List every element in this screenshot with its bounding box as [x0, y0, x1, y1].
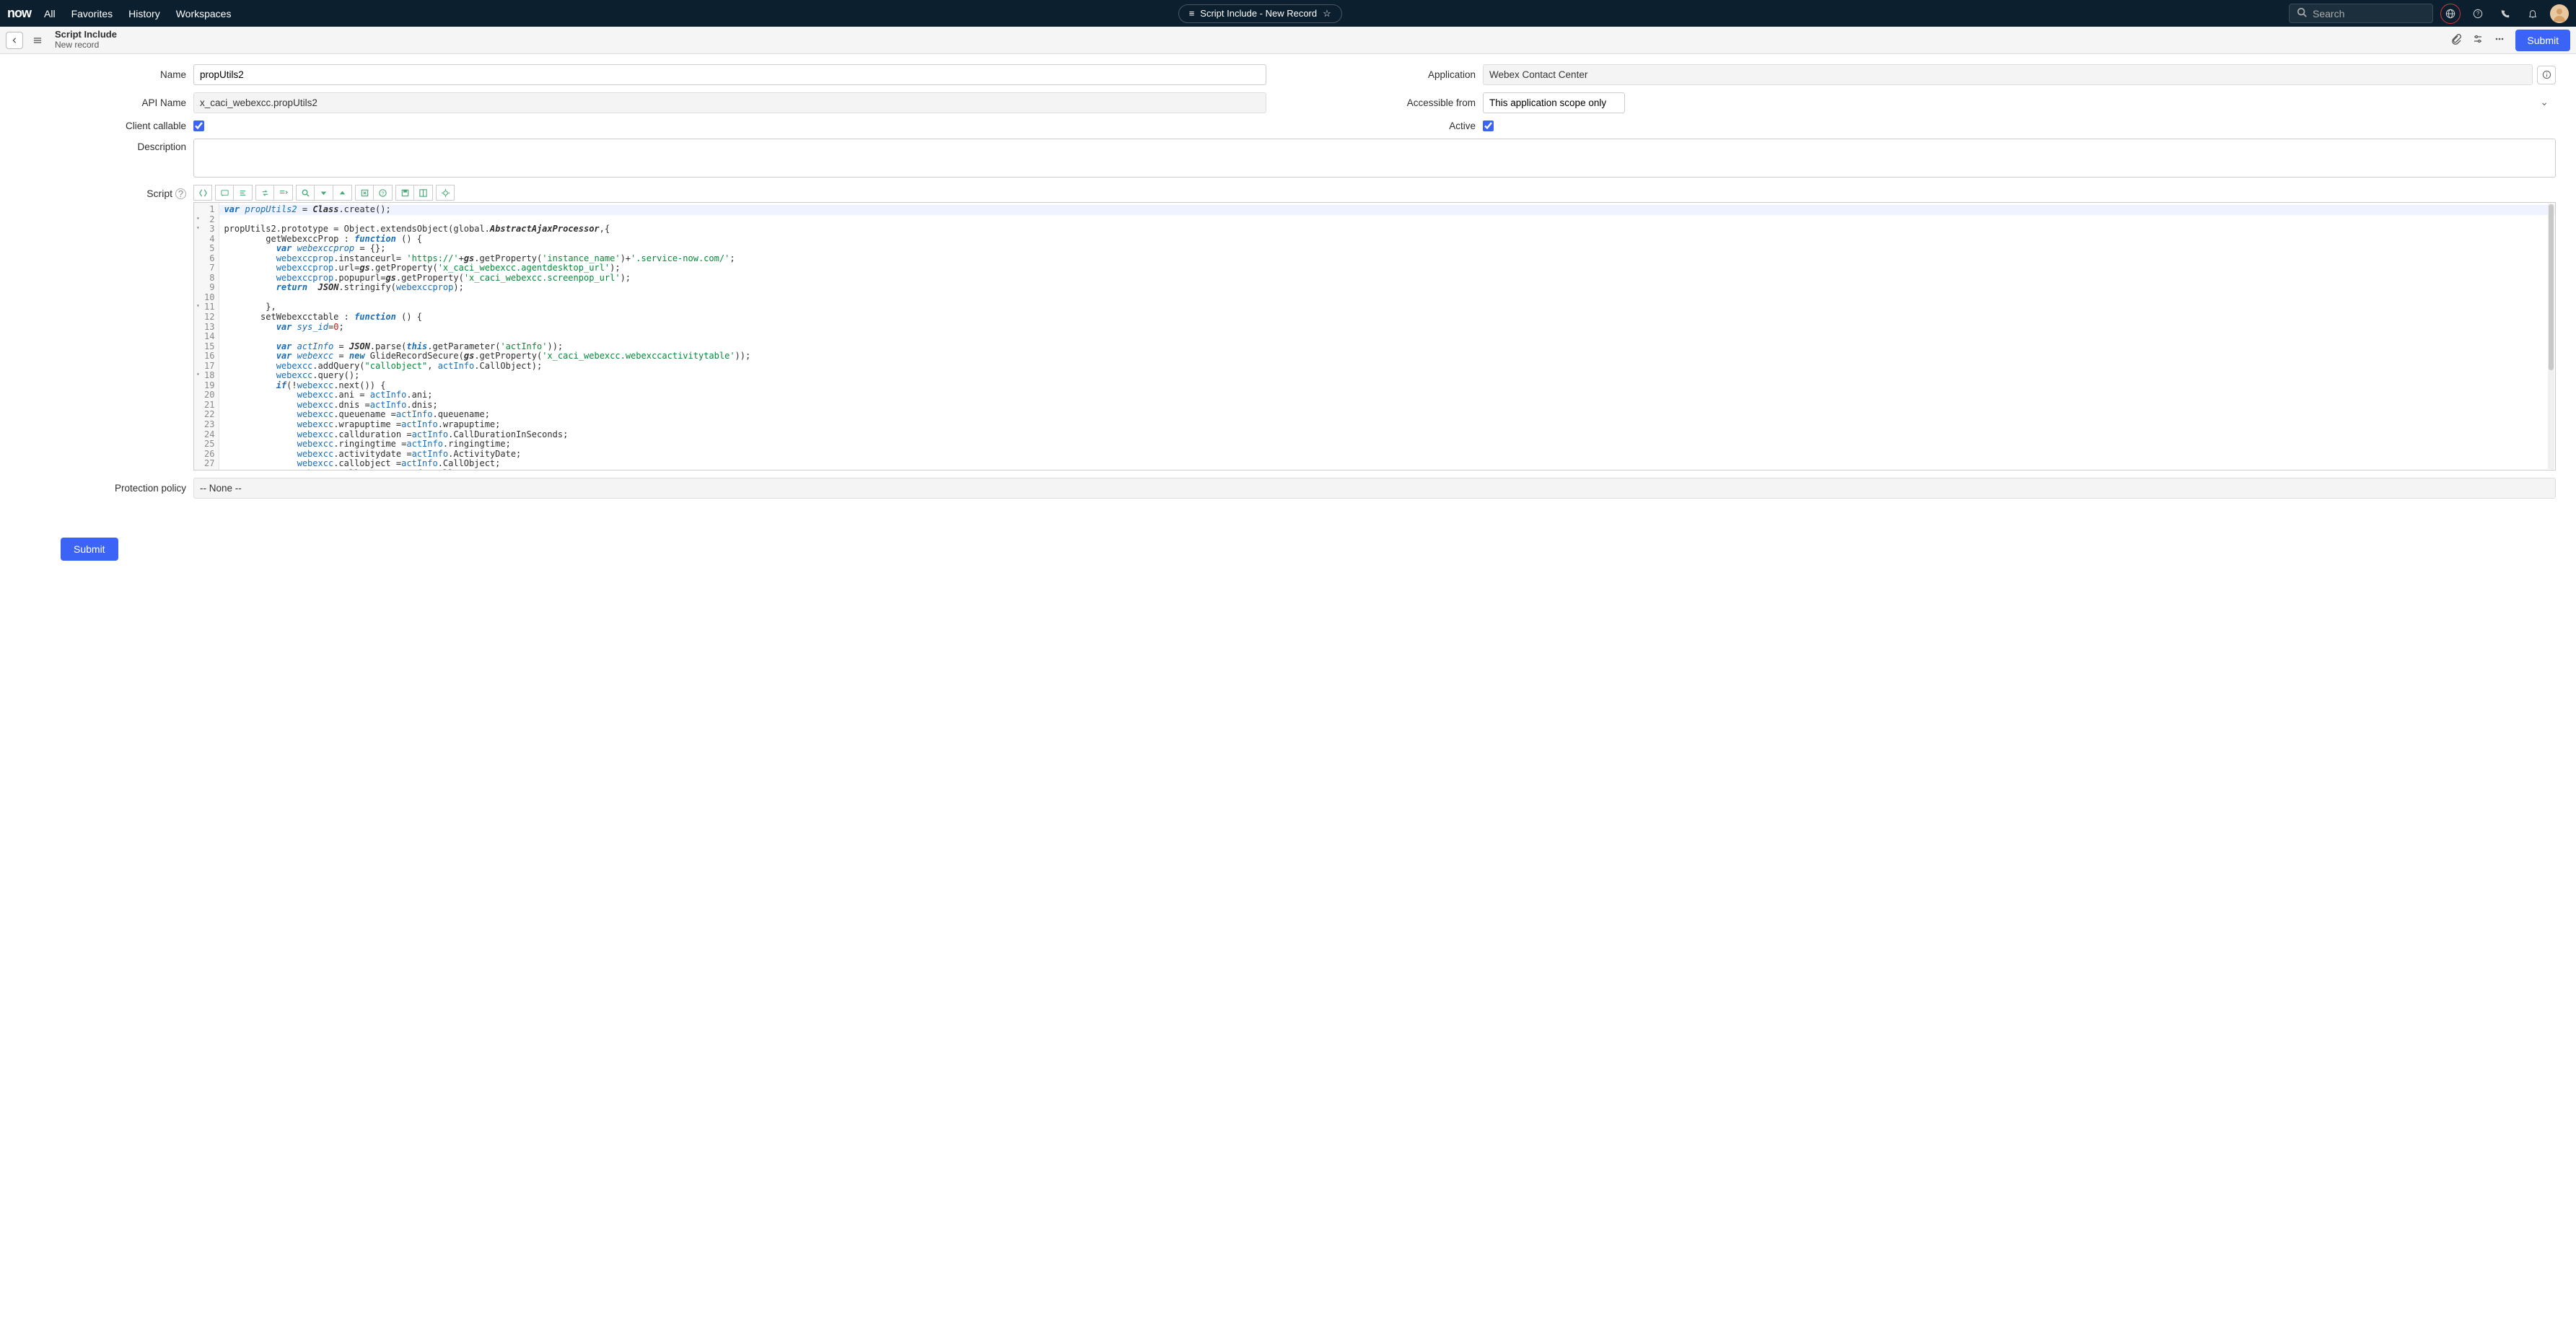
globe-icon[interactable] [2440, 4, 2461, 24]
record-type-label: Script Include [55, 30, 117, 40]
script-label: Script [146, 188, 172, 199]
submit-button-bottom[interactable]: Submit [61, 538, 118, 561]
name-input[interactable] [193, 64, 1266, 85]
phone-icon[interactable] [2495, 4, 2515, 24]
form-column-left: Name API Name Client callable [20, 64, 1266, 139]
svg-text:?: ? [2476, 10, 2480, 17]
nav-item-history[interactable]: History [128, 8, 160, 19]
help-icon[interactable]: ? [2468, 4, 2488, 24]
bell-icon[interactable] [2523, 4, 2543, 24]
list-icon: ≡ [1189, 8, 1195, 19]
application-info-button[interactable] [2537, 66, 2556, 84]
form-area: Name API Name Client callable Applicatio… [0, 54, 2576, 516]
api-name-label: API Name [20, 97, 193, 108]
submit-button-top[interactable]: Submit [2515, 30, 2570, 51]
active-label: Active [1310, 121, 1483, 131]
application-input [1483, 64, 2533, 85]
global-search[interactable]: Search [2289, 4, 2433, 23]
back-button[interactable] [6, 32, 23, 49]
client-callable-label: Client callable [20, 121, 193, 131]
sub-right-icons [2450, 33, 2505, 47]
description-label: Description [20, 139, 193, 152]
script-editor-wrap: ? 12345678910111213141516171819202122232… [193, 185, 2556, 470]
tb-replaceall-icon[interactable] [274, 185, 293, 201]
tb-syntaxcoloring-icon[interactable] [193, 185, 212, 201]
star-icon[interactable]: ☆ [1323, 8, 1331, 19]
context-menu-button[interactable] [29, 32, 46, 49]
sub-title-block: Script Include New record [55, 30, 117, 51]
description-textarea[interactable] [193, 139, 2556, 178]
top-bar: now All Favorites History Workspaces ≡ S… [0, 0, 2576, 27]
record-title: Script Include - New Record [1200, 8, 1317, 19]
top-right: Search ? [2289, 4, 2569, 24]
logo: now [7, 6, 31, 21]
script-editor[interactable]: 1234567891011121314151617181920212223242… [193, 202, 2556, 470]
tb-replace-icon[interactable] [255, 185, 274, 201]
top-center: ≡ Script Include - New Record ☆ [231, 4, 2289, 23]
more-icon[interactable] [2494, 33, 2505, 47]
search-icon [2297, 7, 2307, 19]
sub-header: Script Include New record Submit [0, 27, 2576, 54]
editor-code[interactable]: var propUtils2 = Class.create(); propUti… [219, 203, 2555, 470]
nav-item-workspaces[interactable]: Workspaces [176, 8, 232, 19]
record-status-label: New record [55, 40, 117, 51]
tb-searchdown-icon[interactable] [315, 185, 333, 201]
application-label: Application [1310, 69, 1483, 80]
editor-gutter: 1234567891011121314151617181920212223242… [194, 203, 219, 470]
search-placeholder: Search [2313, 8, 2344, 19]
tb-debugger-icon[interactable] [436, 185, 455, 201]
top-nav: All Favorites History Workspaces [44, 8, 231, 19]
tb-searchup-icon[interactable] [333, 185, 352, 201]
user-avatar[interactable] [2550, 4, 2569, 23]
script-help-icon[interactable]: ? [175, 188, 186, 199]
tb-format-icon[interactable] [234, 185, 253, 201]
accessible-from-select[interactable]: This application scope only [1483, 92, 1625, 113]
tb-save-icon[interactable] [395, 185, 414, 201]
nav-item-favorites[interactable]: Favorites [71, 8, 113, 19]
svg-text:?: ? [381, 190, 384, 196]
tb-help-icon[interactable]: ? [374, 185, 393, 201]
form-column-right: Application Accessible from This applica… [1310, 64, 2556, 139]
editor-scrollbar[interactable] [2548, 203, 2554, 469]
api-name-input [193, 92, 1266, 113]
attachment-icon[interactable] [2450, 33, 2462, 47]
protection-policy-label: Protection policy [20, 483, 193, 494]
settings-icon[interactable] [2472, 33, 2484, 47]
protection-policy-input [193, 478, 2556, 499]
tb-diff-icon[interactable] [414, 185, 433, 201]
name-label: Name [20, 69, 193, 80]
record-title-pill[interactable]: ≡ Script Include - New Record ☆ [1178, 4, 1342, 23]
tb-search-icon[interactable] [296, 185, 315, 201]
tb-fullscreen-icon[interactable] [355, 185, 374, 201]
accessible-from-label: Accessible from [1310, 97, 1483, 108]
bottom-area: Submit [0, 516, 2576, 575]
client-callable-checkbox[interactable] [193, 121, 204, 131]
script-toolbar: ? [193, 185, 2556, 201]
tb-comment-icon[interactable] [215, 185, 234, 201]
active-checkbox[interactable] [1483, 121, 1494, 131]
nav-item-all[interactable]: All [44, 8, 56, 19]
